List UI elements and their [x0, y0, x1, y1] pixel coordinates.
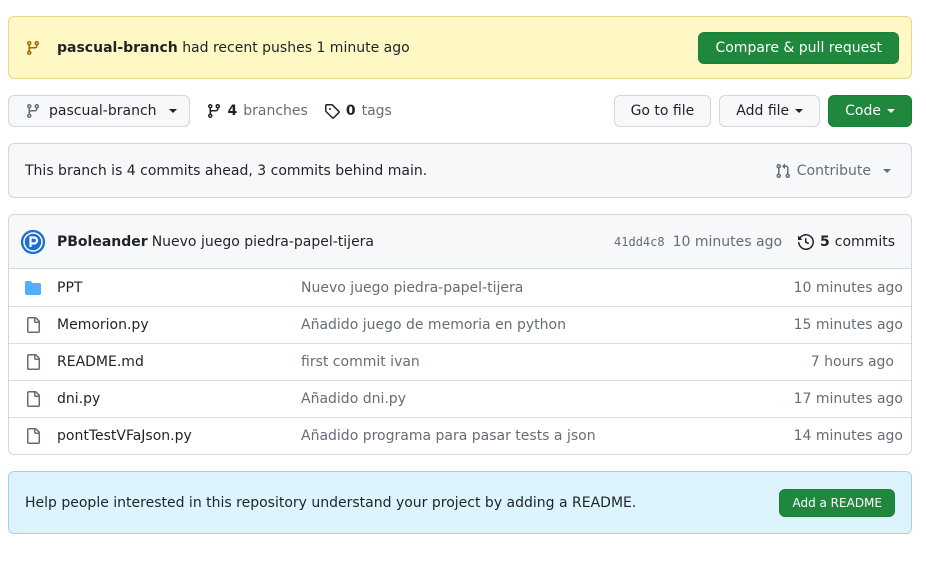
go-to-file-button[interactable]: Go to file: [613, 95, 712, 127]
commits-label: commits: [834, 233, 895, 250]
file-commit-message[interactable]: Añadido programa para pasar tests a json: [301, 428, 794, 444]
branch-compare-bar: This branch is 4 commits ahead, 3 commit…: [8, 143, 912, 198]
history-icon: [798, 233, 814, 250]
file-age: 14 minutes ago: [793, 428, 903, 444]
repo-toolbar: pascual-branch 4 branches 0 tags Go to f…: [8, 95, 912, 127]
chevron-down-icon: [883, 168, 891, 173]
file-row[interactable]: README.md first commit ivan 7 hours ago: [9, 343, 911, 380]
file-commit-message[interactable]: Añadido dni.py: [301, 391, 794, 407]
branches-link[interactable]: 4 branches: [206, 103, 308, 119]
file-name[interactable]: PPT: [57, 280, 301, 296]
branches-label: branches: [243, 103, 308, 119]
file-name[interactable]: Memorion.py: [57, 317, 301, 333]
push-banner-message: pascual-branch had recent pushes 1 minut…: [57, 40, 698, 56]
chevron-down-icon: [887, 109, 895, 113]
commit-author[interactable]: PBoleander: [57, 234, 148, 250]
contribute-dropdown[interactable]: Contribute: [775, 163, 891, 179]
latest-commit-header: PBoleander Nuevo juego piedra-papel-tije…: [9, 215, 911, 269]
folder-icon: [25, 280, 41, 296]
file-row[interactable]: Memorion.py Añadido juego de memoria en …: [9, 306, 911, 343]
tags-count: 0: [345, 103, 356, 119]
push-banner-branch[interactable]: pascual-branch: [57, 40, 178, 56]
git-branch-icon: [206, 103, 222, 119]
add-readme-text: Help people interested in this repositor…: [25, 494, 637, 511]
chevron-down-icon: [795, 109, 804, 113]
file-row[interactable]: dni.py Añadido dni.py 17 minutes ago: [9, 380, 911, 417]
tag-icon: [324, 103, 340, 119]
commit-sha[interactable]: 41dd4c8: [614, 235, 665, 249]
git-branch-icon: [25, 40, 41, 56]
avatar[interactable]: [21, 229, 45, 254]
branch-compare-text: This branch is 4 commits ahead, 3 commit…: [25, 162, 428, 179]
contribute-label: Contribute: [796, 162, 871, 179]
file-icon: [25, 317, 41, 333]
file-row[interactable]: PPT Nuevo juego piedra-papel-tijera 10 m…: [9, 269, 911, 306]
file-icon: [25, 391, 41, 407]
file-name[interactable]: dni.py: [57, 391, 301, 407]
file-age: 15 minutes ago: [793, 317, 903, 333]
file-icon: [25, 428, 41, 444]
file-commit-message[interactable]: Añadido juego de memoria en python: [301, 317, 794, 333]
push-banner-text: had recent pushes 1 minute ago: [182, 39, 410, 56]
code-button-label: Code: [845, 103, 881, 119]
branches-count: 4: [227, 103, 238, 119]
branch-selector[interactable]: pascual-branch: [8, 95, 190, 127]
file-commit-message[interactable]: Nuevo juego piedra-papel-tijera: [301, 280, 794, 296]
tags-link[interactable]: 0 tags: [324, 103, 392, 119]
file-icon: [25, 354, 41, 370]
git-pull-request-icon: [775, 163, 791, 179]
commits-history-link[interactable]: 5 commits: [798, 234, 895, 250]
tags-label: tags: [361, 103, 392, 119]
add-readme-button[interactable]: Add a README: [779, 488, 895, 517]
add-readme-banner: Help people interested in this repositor…: [8, 471, 912, 534]
file-age: 17 minutes ago: [793, 391, 903, 407]
file-name[interactable]: README.md: [57, 354, 301, 370]
recent-push-banner: pascual-branch had recent pushes 1 minut…: [8, 16, 912, 79]
file-age: 10 minutes ago: [793, 279, 903, 296]
compare-pull-request-button[interactable]: Compare & pull request: [698, 31, 899, 64]
file-row[interactable]: pontTestVFaJson.py Añadido programa para…: [9, 417, 911, 454]
commit-time: 10 minutes ago: [672, 233, 783, 250]
add-file-label: Add file: [736, 103, 790, 119]
file-name[interactable]: pontTestVFaJson.py: [57, 428, 301, 444]
file-commit-message[interactable]: first commit ivan: [301, 354, 811, 370]
chevron-down-icon: [168, 109, 177, 113]
commits-count: 5: [820, 233, 830, 250]
add-file-button[interactable]: Add file: [719, 95, 821, 127]
file-age: 7 hours ago: [810, 354, 894, 370]
git-branch-icon: [25, 103, 41, 119]
file-browser: PBoleander Nuevo juego piedra-papel-tije…: [8, 214, 912, 455]
code-button[interactable]: Code: [828, 95, 912, 127]
commit-message[interactable]: Nuevo juego piedra-papel-tijera: [152, 234, 614, 250]
branch-selector-label: pascual-branch: [49, 103, 157, 119]
